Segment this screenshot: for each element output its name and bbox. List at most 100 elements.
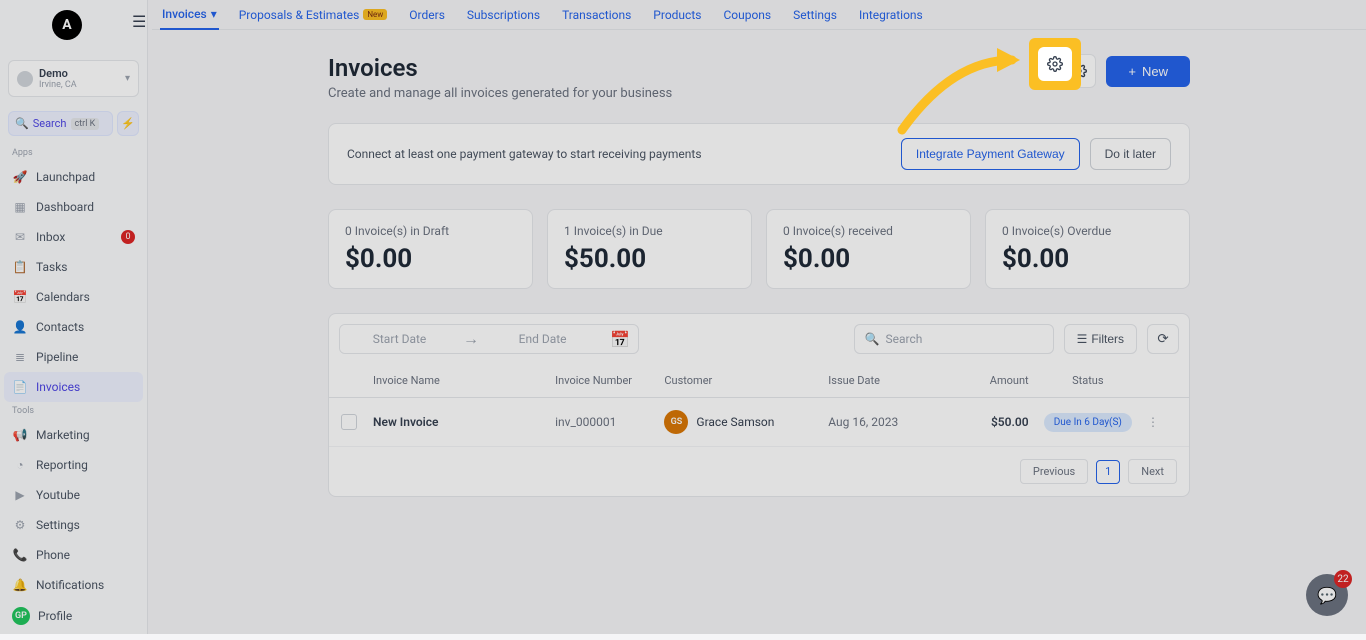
sidebar-item-invoices[interactable]: 📄Invoices: [4, 372, 143, 402]
top-nav: Invoices▾ Proposals & EstimatesNew Order…: [152, 0, 1366, 30]
inbox-badge: 0: [121, 230, 135, 244]
chat-count-badge: 22: [1334, 570, 1352, 588]
chevron-down-icon: ▾: [211, 7, 217, 21]
rocket-icon: 🚀: [12, 169, 28, 185]
annotation-arrow: [892, 40, 1032, 140]
sidebar-item-phone[interactable]: 📞Phone: [0, 540, 147, 570]
filter-bar: Start Date → End Date 📅 🔍Search ☰Filters…: [328, 313, 1190, 364]
sidebar-item-inbox[interactable]: ✉Inbox0: [0, 222, 147, 252]
quick-actions-button[interactable]: ⚡: [117, 111, 139, 136]
sidebar-item-reporting[interactable]: ◔Reporting: [0, 450, 147, 480]
table-search-input[interactable]: 🔍Search: [854, 324, 1054, 354]
gear-icon: ⚙: [12, 517, 28, 533]
arrow-right-icon: →: [459, 325, 483, 353]
end-date-input[interactable]: End Date: [483, 325, 602, 353]
invoices-table: Invoice Name Invoice Number Customer Iss…: [328, 364, 1190, 497]
tab-settings[interactable]: Settings: [791, 1, 839, 29]
tab-transactions[interactable]: Transactions: [560, 1, 633, 29]
integrate-gateway-button[interactable]: Integrate Payment Gateway: [901, 138, 1080, 170]
gear-icon: [1047, 56, 1063, 72]
megaphone-icon: 📢: [12, 427, 28, 443]
start-date-input[interactable]: Start Date: [340, 325, 459, 353]
tab-subscriptions[interactable]: Subscriptions: [465, 1, 542, 29]
stat-due: 1 Invoice(s) in Due $50.00: [547, 209, 752, 289]
sidebar-item-dashboard[interactable]: ▦Dashboard: [0, 192, 147, 222]
calendar-icon: 📅: [12, 289, 28, 305]
payment-gateway-alert: Connect at least one payment gateway to …: [328, 123, 1190, 185]
profile-avatar: GP: [12, 607, 30, 625]
previous-button[interactable]: Previous: [1020, 459, 1088, 484]
section-apps: Apps: [0, 144, 147, 162]
search-icon: 🔍: [865, 332, 880, 346]
date-range-picker[interactable]: Start Date → End Date 📅: [339, 324, 639, 354]
search-icon: 🔍: [15, 117, 29, 130]
calendar-icon: 📅: [602, 325, 638, 353]
alert-text: Connect at least one payment gateway to …: [347, 147, 702, 161]
new-invoice-button[interactable]: +New: [1106, 56, 1190, 87]
invoice-number: inv_000001: [555, 415, 664, 429]
section-tools: Tools: [0, 402, 147, 420]
customer-avatar: GS: [664, 410, 688, 434]
plus-icon: +: [1128, 64, 1136, 79]
inbox-icon: ✉: [12, 229, 28, 245]
filters-button[interactable]: ☰Filters: [1064, 324, 1137, 354]
customer-cell: GS Grace Samson: [664, 410, 828, 434]
sidebar-item-pipeline[interactable]: ≣Pipeline: [0, 342, 147, 372]
row-menu-button[interactable]: ⋮: [1147, 415, 1177, 429]
tab-integrations[interactable]: Integrations: [857, 1, 925, 29]
search-input[interactable]: 🔍 Search ctrl K: [8, 111, 113, 136]
video-icon: ▶: [12, 487, 28, 503]
sidebar-item-contacts[interactable]: 👤Contacts: [0, 312, 147, 342]
document-icon: 📄: [12, 379, 28, 395]
workspace-location: Irvine, CA: [39, 80, 119, 90]
sidebar-item-notifications[interactable]: 🔔Notifications: [0, 570, 147, 600]
workspace-name: Demo: [39, 67, 119, 80]
brand-avatar[interactable]: A: [52, 10, 82, 40]
sidebar-item-profile[interactable]: GPProfile: [0, 600, 147, 632]
refresh-button[interactable]: ⟳: [1147, 324, 1179, 354]
main-content: Invoices Create and manage all invoices …: [152, 30, 1366, 634]
tab-proposals[interactable]: Proposals & EstimatesNew: [237, 1, 390, 29]
phone-icon: 📞: [12, 547, 28, 563]
funnel-icon: ≣: [12, 349, 28, 365]
tab-products[interactable]: Products: [651, 1, 703, 29]
stats-row: 0 Invoice(s) in Draft $0.00 1 Invoice(s)…: [328, 209, 1190, 289]
page-title: Invoices: [328, 54, 672, 82]
sidebar-item-settings[interactable]: ⚙Settings: [0, 510, 147, 540]
hamburger-menu[interactable]: ☰: [132, 12, 146, 31]
workspace-icon: [17, 71, 33, 87]
invoice-name: New Invoice: [373, 415, 555, 429]
workspace-switcher[interactable]: Demo Irvine, CA ▾: [8, 60, 139, 97]
next-button[interactable]: Next: [1128, 459, 1177, 484]
status-badge: Due In 6 Day(S): [1044, 413, 1132, 432]
sidebar-item-marketing[interactable]: 📢Marketing: [0, 420, 147, 450]
stat-received: 0 Invoice(s) received $0.00: [766, 209, 971, 289]
power-icon: ⟳: [1157, 331, 1168, 347]
chat-icon: 💬: [1317, 586, 1337, 605]
sidebar-item-tasks[interactable]: 📋Tasks: [0, 252, 147, 282]
sidebar-item-youtube[interactable]: ▶Youtube: [0, 480, 147, 510]
sidebar: A Demo Irvine, CA ▾ 🔍 Search ctrl K ⚡ Ap…: [0, 0, 148, 634]
sidebar-item-calendars[interactable]: 📅Calendars: [0, 282, 147, 312]
do-it-later-button[interactable]: Do it later: [1090, 138, 1171, 170]
chat-widget[interactable]: 💬 22: [1306, 574, 1348, 616]
user-icon: 👤: [12, 319, 28, 335]
tab-orders[interactable]: Orders: [407, 1, 447, 29]
sidebar-item-launchpad[interactable]: 🚀Launchpad: [0, 162, 147, 192]
chevron-down-icon: ▾: [125, 73, 130, 84]
tab-coupons[interactable]: Coupons: [721, 1, 773, 29]
highlight-annotation: [1029, 38, 1081, 90]
filter-icon: ☰: [1077, 332, 1088, 346]
table-row[interactable]: New Invoice inv_000001 GS Grace Samson A…: [329, 398, 1189, 447]
stat-overdue: 0 Invoice(s) Overdue $0.00: [985, 209, 1190, 289]
chart-icon: ◔: [12, 457, 28, 473]
row-checkbox[interactable]: [341, 414, 357, 430]
grid-icon: ▦: [12, 199, 28, 215]
issue-date: Aug 16, 2023: [828, 415, 937, 429]
page-subtitle: Create and manage all invoices generated…: [328, 86, 672, 101]
kbd-shortcut: ctrl K: [71, 118, 100, 130]
table-header: Invoice Name Invoice Number Customer Iss…: [329, 364, 1189, 398]
bell-icon: 🔔: [12, 577, 28, 593]
page-number[interactable]: 1: [1096, 460, 1120, 484]
tab-invoices[interactable]: Invoices▾: [160, 0, 219, 30]
